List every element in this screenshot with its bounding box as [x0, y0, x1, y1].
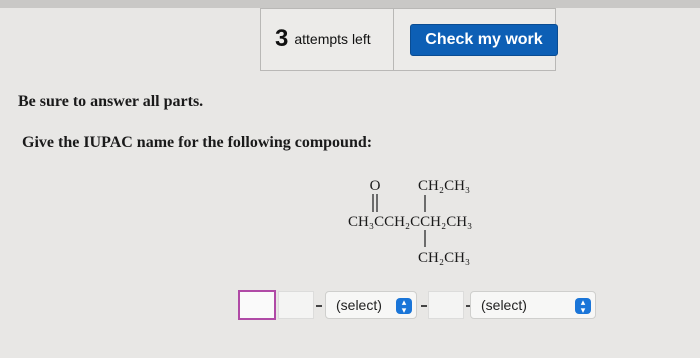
attempts-count: 3 [275, 25, 289, 52]
blank-input-1[interactable] [278, 291, 314, 319]
toolbar-divider [393, 8, 394, 71]
select-2-value: (select) [481, 297, 527, 313]
instruction-text: Be sure to answer all parts. [18, 93, 204, 110]
select-1-value: (select) [336, 297, 382, 313]
top-substituent: CH₂CH₃ [418, 178, 470, 194]
question-text: Give the IUPAC name for the following co… [22, 134, 373, 151]
attempts-indicator: 3 attempts left [275, 24, 371, 54]
select-dropdown-2[interactable]: (select) ▴ ▾ [470, 291, 596, 319]
check-my-work-button[interactable]: Check my work [410, 24, 558, 56]
select-dropdown-1[interactable]: (select) ▴ ▾ [325, 291, 417, 319]
hyphen [421, 305, 427, 307]
chevron-updown-icon: ▴ ▾ [575, 298, 591, 315]
compound-structure: O CH₂CH₃ CH₃CCH₂CCH₂CH₃ CH₂CH₃ [348, 178, 472, 266]
chevron-updown-icon: ▴ ▾ [396, 298, 412, 315]
oxygen-atom: O [370, 178, 381, 194]
blank-input-2[interactable] [428, 291, 464, 319]
hyphen [316, 305, 322, 307]
attempts-label: attempts left [294, 31, 371, 47]
locant-input[interactable] [238, 290, 276, 320]
bottom-substituent: CH₂CH₃ [418, 250, 470, 266]
top-strip [0, 0, 700, 8]
main-chain: CH₃CCH₂CCH₂CH₃ [348, 214, 472, 230]
